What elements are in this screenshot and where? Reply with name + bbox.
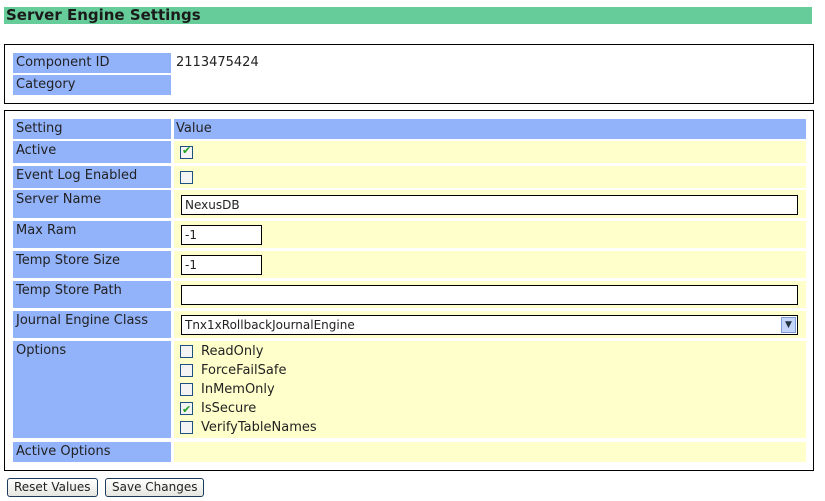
setting-column-header: Setting [13, 119, 171, 139]
inmemonly-checkbox[interactable] [180, 383, 193, 396]
max-ram-label: Max Ram [13, 221, 171, 248]
options-label: Options [13, 341, 171, 438]
active-cell [174, 141, 806, 163]
option-issecure[interactable]: IsSecure [174, 399, 806, 419]
option-label: VerifyTableNames [201, 420, 317, 435]
active-options-cell [174, 442, 806, 462]
server-name-input[interactable]: NexusDB [181, 195, 798, 215]
temp-store-path-label: Temp Store Path [13, 281, 171, 308]
option-label: ReadOnly [201, 344, 264, 359]
page-title: Server Engine Settings [4, 7, 812, 24]
active-label: Active [13, 141, 171, 163]
issecure-checkbox[interactable] [180, 400, 193, 419]
component-id-label: Component ID [13, 53, 171, 73]
option-inmemonly[interactable]: InMemOnly [174, 380, 806, 399]
event-log-label: Event Log Enabled [13, 166, 171, 188]
temp-store-size-label: Temp Store Size [13, 251, 171, 278]
save-changes-button[interactable]: Save Changes [105, 478, 205, 497]
event-log-cell [174, 166, 806, 188]
journal-engine-select[interactable]: Tnx1xRollbackJournalEngine ▼ [181, 315, 798, 335]
verifytablenames-checkbox[interactable] [180, 421, 193, 434]
active-checkbox[interactable] [180, 144, 193, 159]
option-label: InMemOnly [201, 382, 275, 397]
option-label: ForceFailSafe [201, 363, 287, 378]
option-label: IsSecure [201, 401, 257, 416]
option-readonly[interactable]: ReadOnly [174, 342, 806, 361]
temp-store-size-input[interactable]: -1 [181, 255, 262, 275]
journal-engine-value: Tnx1xRollbackJournalEngine [185, 318, 355, 332]
max-ram-input[interactable]: -1 [181, 225, 262, 245]
active-options-label: Active Options [13, 442, 171, 462]
readonly-checkbox[interactable] [180, 345, 193, 358]
option-verifytablenames[interactable]: VerifyTableNames [174, 418, 806, 437]
event-log-checkbox[interactable] [180, 171, 193, 184]
options-cell: ReadOnly ForceFailSafe InMemOnly IsSecur… [174, 341, 806, 438]
temp-store-path-input[interactable] [181, 285, 798, 305]
forcefailsafe-checkbox[interactable] [180, 364, 193, 377]
max-ram-cell [174, 221, 806, 248]
temp-store-size-cell [174, 251, 806, 278]
chevron-down-icon[interactable]: ▼ [781, 317, 796, 333]
value-column-header: Value [174, 119, 806, 139]
category-label: Category [13, 75, 171, 95]
reset-values-button[interactable]: Reset Values [7, 478, 98, 497]
journal-engine-label: Journal Engine Class [13, 311, 171, 338]
option-forcefailsafe[interactable]: ForceFailSafe [174, 361, 806, 380]
component-id-value: 2113475424 [176, 55, 259, 70]
server-name-label: Server Name [13, 190, 171, 218]
